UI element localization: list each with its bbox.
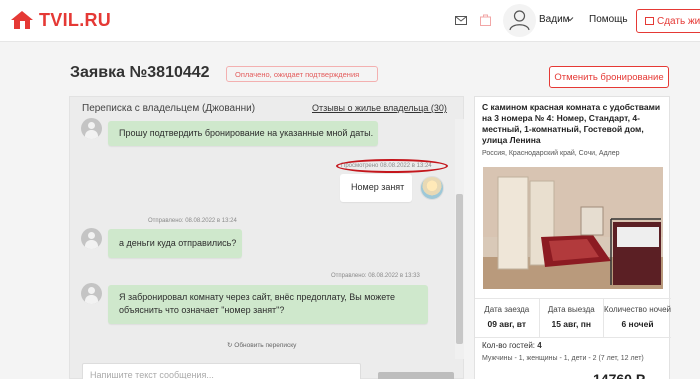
owner-reviews-link[interactable]: Отзывы о жилье владельца (30) — [312, 103, 447, 113]
booking-dates: Дата заезда 09 авг, вт Дата выезда 15 ав… — [475, 298, 671, 338]
message-bubble: Я забронировал комнату через сайт, внёс … — [108, 285, 428, 324]
message-bubble: Прошу подтвердить бронирование на указан… — [108, 121, 378, 146]
message-meta: Отправлено: 08.08.2022 в 13:33 — [331, 273, 420, 279]
guest-avatar — [81, 118, 102, 139]
guests-detail: Мужчины - 1, женщины - 1, дети - 2 (7 ле… — [482, 355, 644, 362]
user-icon — [509, 10, 530, 31]
highlight-oval — [336, 159, 448, 173]
send-button[interactable] — [378, 372, 454, 379]
user-avatar[interactable] — [503, 4, 536, 37]
user-name[interactable]: Вадим — [539, 14, 570, 25]
status-badge: Оплачено, ожидает подтверждения — [226, 66, 378, 82]
message-input[interactable]: Напишите текст сообщения... — [82, 363, 361, 379]
checkout-column: Дата выезда 15 авг, пн — [538, 299, 604, 337]
nights-column: Количество ночей 6 ночей — [603, 299, 671, 337]
nights-value: 6 ночей — [621, 319, 654, 329]
rent-out-button[interactable]: Сдать жилье — [636, 9, 700, 33]
rent-out-label: Сдать жилье — [657, 16, 700, 27]
guests-count: Кол-во гостей: 4 — [482, 341, 542, 350]
help-link[interactable]: Помощь — [589, 14, 628, 25]
nights-label: Количество ночей — [604, 305, 671, 314]
top-header: TVIL.RU Вадим Помощь Сдать жилье — [0, 0, 700, 42]
message-text: Номер занят — [351, 182, 405, 192]
refresh-chat-link[interactable]: ↻ Обновить переписку — [227, 341, 296, 349]
owner-avatar — [420, 176, 444, 200]
bookings-bag-icon[interactable] — [480, 14, 491, 26]
house-plus-icon — [645, 17, 654, 25]
guests-value: 4 — [537, 341, 542, 350]
checkout-label: Дата выезда — [547, 305, 595, 314]
total-price: 14760 Р — [593, 371, 646, 379]
chat-scrollbar-thumb[interactable] — [456, 194, 463, 344]
message-text: а деньги куда отправились? — [119, 238, 237, 248]
refresh-chat-label: Обновить переписку — [234, 342, 297, 349]
site-logo[interactable]: TVIL.RU — [9, 9, 111, 31]
page-title: Заявка №3810442 — [70, 64, 210, 81]
checkin-label: Дата заезда — [484, 305, 530, 314]
message-bubble: а деньги куда отправились? — [108, 229, 242, 258]
checkin-column: Дата заезда 09 авг, вт — [475, 299, 539, 337]
guest-avatar — [81, 228, 102, 249]
checkout-value: 15 авг, пн — [551, 319, 592, 329]
house-logo-icon — [11, 11, 33, 29]
cancel-booking-button[interactable]: Отменить бронирование — [549, 66, 669, 88]
room-photo — [483, 167, 663, 289]
message-bubble: Номер занят — [340, 174, 412, 202]
message-text: Я забронировал комнату через сайт, внёс … — [119, 292, 396, 315]
message-text: Прошу подтвердить бронирование на указан… — [119, 128, 374, 138]
listing-title[interactable]: С камином красная комната с удобствами н… — [482, 102, 670, 146]
mail-icon[interactable] — [455, 16, 467, 25]
listing-address: Россия, Краснодарский край, Сочи, Адлер — [482, 150, 620, 157]
listing-photo[interactable] — [483, 167, 663, 289]
guests-label: Кол-во гостей: — [482, 341, 536, 350]
message-meta: Отправлено: 08.08.2022 в 13:24 — [148, 218, 237, 224]
listing-card: С камином красная комната с удобствами н… — [474, 96, 671, 379]
checkin-value: 09 авг, вт — [487, 319, 527, 329]
chat-header: Переписка с владельцем (Джованни) Отзывы… — [70, 97, 465, 119]
guest-avatar — [81, 283, 102, 304]
chevron-down-icon[interactable] — [566, 15, 574, 23]
brand-name: TVIL.RU — [39, 9, 112, 30]
chat-title: Переписка с владельцем (Джованни) — [82, 103, 256, 114]
